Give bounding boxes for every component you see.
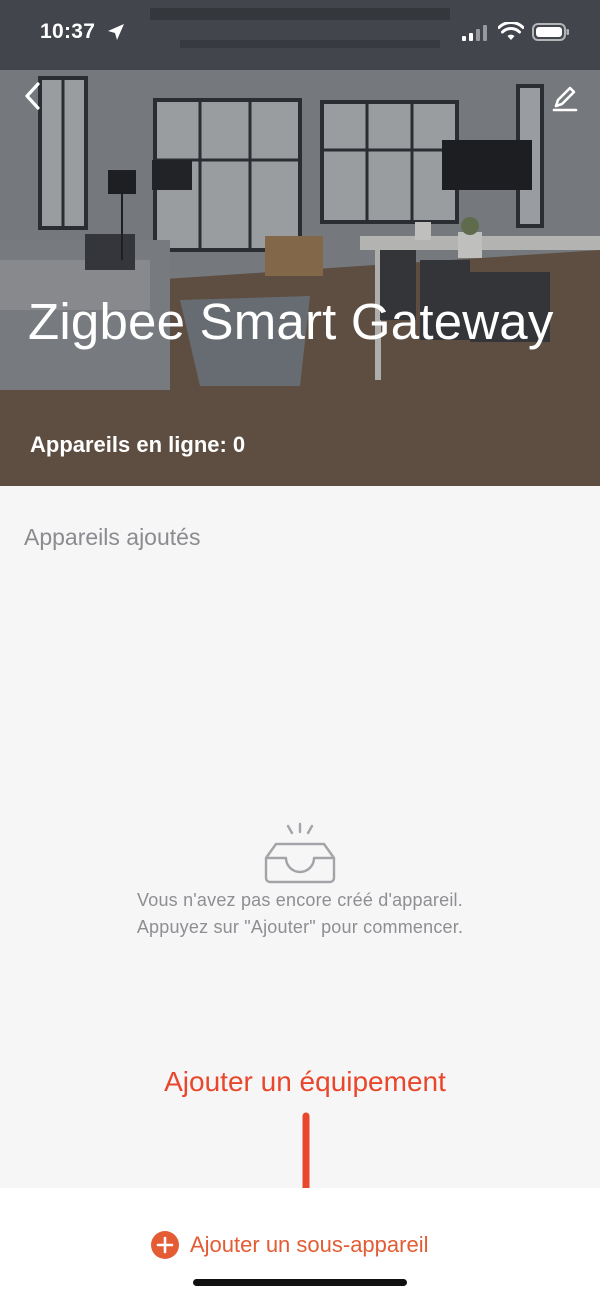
add-subdevice-button[interactable]: Ajouter un sous-appareil <box>150 1228 428 1262</box>
edit-pencil-icon[interactable] <box>548 80 582 114</box>
empty-inbox-icon <box>264 822 336 884</box>
status-time: 10:37 <box>40 20 96 43</box>
added-devices-heading: Appareils ajoutés <box>24 524 201 550</box>
add-subdevice-label: Ajouter un sous-appareil <box>190 1232 429 1257</box>
wifi-icon <box>498 22 524 40</box>
cellular-signal-icon <box>462 25 487 41</box>
header-background-image <box>0 0 600 486</box>
location-arrow-icon <box>108 24 124 40</box>
annotation-text: Ajouter un équipement <box>164 1066 446 1097</box>
back-button[interactable] <box>16 78 52 114</box>
empty-state-line-2: Appuyez sur "Ajouter" pour commencer. <box>136 917 464 937</box>
status-bar: 10:37 <box>0 0 600 64</box>
online-devices-count: Appareils en ligne: 0 <box>30 432 246 457</box>
add-plus-icon <box>151 1231 179 1259</box>
empty-state-line-1: Vous n'avez pas encore créé d'appareil. <box>137 890 463 910</box>
device-title: Zigbee Smart Gateway <box>28 293 554 350</box>
battery-icon <box>532 23 569 41</box>
home-indicator <box>193 1279 407 1286</box>
